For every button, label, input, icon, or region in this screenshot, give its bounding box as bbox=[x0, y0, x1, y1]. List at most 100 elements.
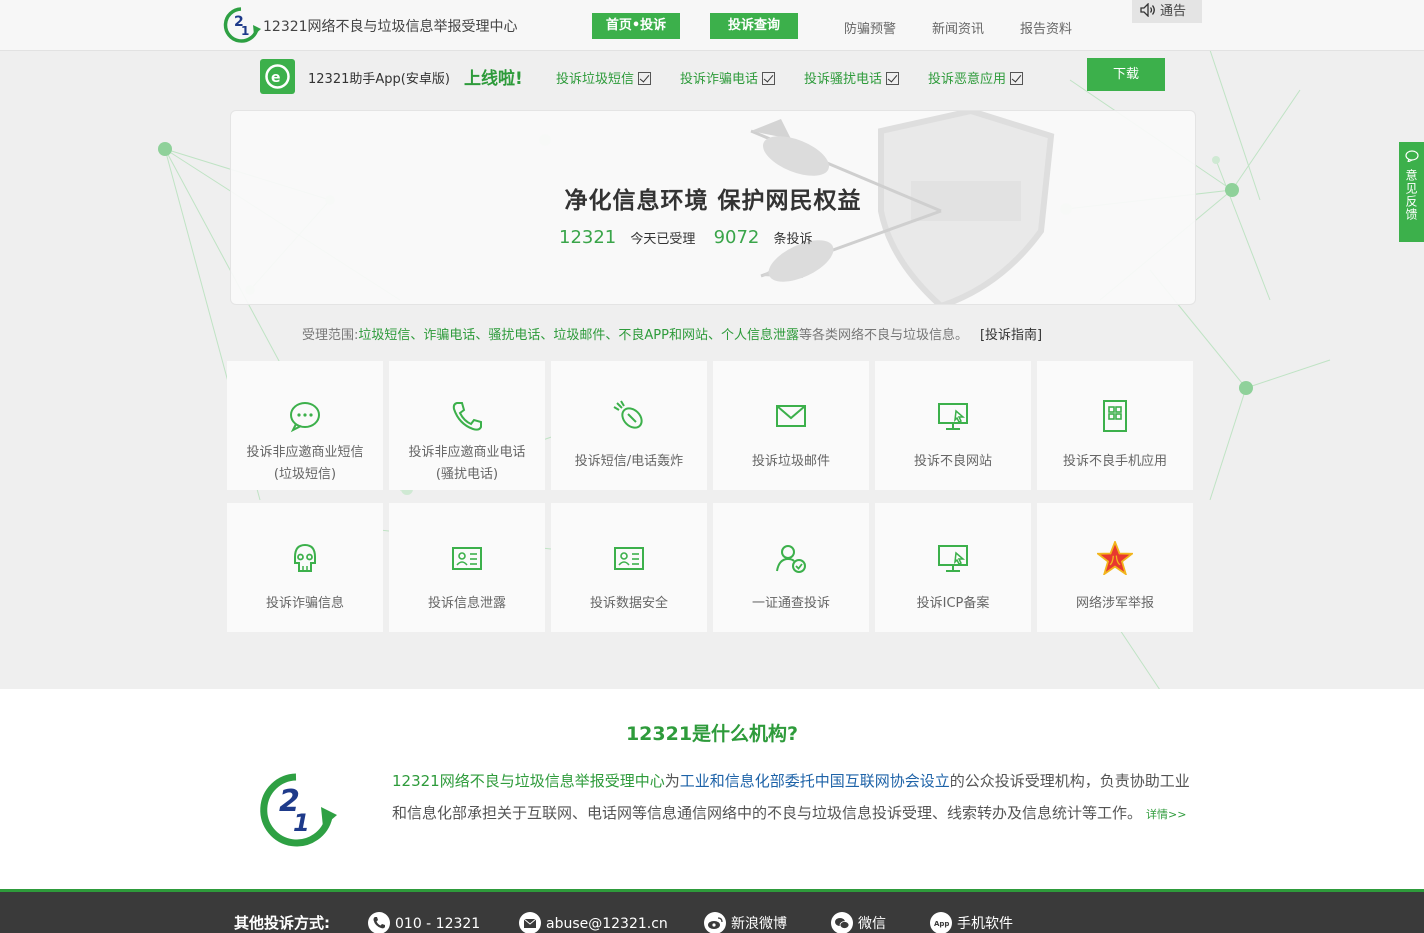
app-icon: App bbox=[930, 912, 952, 933]
phone-icon bbox=[452, 402, 482, 431]
id-card-icon bbox=[452, 547, 482, 570]
card-sms-bombing[interactable]: 投诉短信/电话轰炸 bbox=[551, 361, 707, 490]
speaker-icon bbox=[1140, 3, 1155, 17]
scope-line: 受理范围:垃圾短信、诈骗电话、骚扰电话、垃圾邮件、不良APP和网站、个人信息泄露… bbox=[302, 324, 1042, 343]
card-id-check[interactable]: 一证通查投诉 bbox=[713, 503, 869, 632]
card-label: 投诉不良手机应用 bbox=[1062, 454, 1167, 469]
card-icp-filing[interactable]: 投诉ICP备案 bbox=[875, 503, 1031, 632]
top-header: 2 1 12321网络不良与垃圾信息举报受理中心 首页•投诉 投诉查询 防骗预警… bbox=[0, 0, 1424, 51]
card-label: 投诉短信/电话轰炸 bbox=[574, 454, 684, 469]
wechat-icon bbox=[831, 912, 853, 933]
svg-text:App: App bbox=[934, 920, 949, 928]
svg-text:e: e bbox=[271, 70, 281, 86]
site-logo-icon[interactable]: 2 1 bbox=[221, 5, 261, 45]
card-bad-app[interactable]: 投诉不良手机应用 bbox=[1037, 361, 1193, 490]
feedback-icon bbox=[1404, 150, 1419, 164]
chat-icon bbox=[290, 402, 320, 433]
app-feature-harass-call[interactable]: 投诉骚扰电话 bbox=[804, 68, 900, 87]
hero-banner: 净化信息环境 保护网民权益 12321 今天已受理 9072 条投诉 bbox=[230, 110, 1196, 305]
nav-home-complaint[interactable]: 首页•投诉 bbox=[592, 13, 680, 39]
card-harass-call[interactable]: 投诉非应邀商业电话 (骚扰电话) bbox=[389, 361, 545, 490]
bomb-icon bbox=[613, 400, 643, 429]
logo-12321-icon: 2 1 bbox=[260, 773, 337, 847]
card-data-security[interactable]: 投诉数据安全 bbox=[551, 503, 707, 632]
app-logo-icon: e bbox=[260, 59, 295, 94]
hero-slogan: 净化信息环境 保护网民权益 bbox=[564, 188, 862, 214]
card-label: 网络涉军举报 bbox=[1075, 596, 1154, 611]
about-text-part: 为 bbox=[664, 772, 680, 790]
app-feature-fraud-call[interactable]: 投诉诈骗电话 bbox=[680, 68, 776, 87]
footer-mobile-app[interactable]: App 手机软件 bbox=[930, 912, 1013, 933]
footer-phone[interactable]: 010 - 12321 bbox=[368, 912, 480, 933]
card-label: 投诉诈骗信息 bbox=[265, 596, 344, 611]
footer-label: 其他投诉方式: bbox=[234, 914, 330, 932]
card-label: 投诉数据安全 bbox=[589, 596, 668, 611]
footer-contact-bar: 其他投诉方式: 010 - 12321 abuse@12321.cn 新浪微博 … bbox=[0, 889, 1424, 933]
app-promo-text: 12321助手App(安卓版) bbox=[308, 72, 450, 87]
card-spam-sms[interactable]: 投诉非应邀商业短信 (垃圾短信) bbox=[227, 361, 383, 490]
nav-reports[interactable]: 报告资料 bbox=[1020, 18, 1072, 37]
checkbox-icon bbox=[638, 72, 652, 85]
complaint-stats: 12321 今天已受理 9072 条投诉 bbox=[559, 227, 813, 248]
about-description: 12321网络不良与垃圾信息举报受理中心为工业和信息化部委托中国互联网协会设立的… bbox=[392, 765, 1196, 831]
card-info-leak[interactable]: 投诉信息泄露 bbox=[389, 503, 545, 632]
footer-email[interactable]: abuse@12321.cn bbox=[519, 912, 668, 933]
nav-news[interactable]: 新闻资讯 bbox=[932, 18, 984, 37]
hotline-number: 12321 bbox=[559, 227, 617, 248]
about-authority-link[interactable]: 工业和信息化部委托中国互联网协会设立 bbox=[680, 772, 950, 790]
notice-label: 通告 bbox=[1160, 4, 1187, 19]
site-title[interactable]: 12321网络不良与垃圾信息举报受理中心 bbox=[263, 16, 518, 36]
card-label: 一证通查投诉 bbox=[751, 596, 830, 611]
scope-prefix: 受理范围: bbox=[302, 328, 359, 343]
user-check-icon bbox=[776, 545, 806, 573]
nav-complaint-query[interactable]: 投诉查询 bbox=[710, 13, 798, 39]
mail-icon bbox=[519, 912, 541, 933]
download-button[interactable]: 下载 bbox=[1087, 58, 1165, 91]
stats-label-today: 今天已受理 bbox=[630, 232, 696, 247]
card-sublabel: (垃圾短信) bbox=[273, 467, 337, 482]
about-more-link[interactable]: 详情>> bbox=[1146, 808, 1186, 821]
app-icon bbox=[1103, 400, 1127, 432]
phone-icon bbox=[368, 912, 390, 933]
about-section: 12321是什么机构? 2 1 12321网络不良与垃圾信息举报受理中心为工业和… bbox=[0, 689, 1424, 889]
checkbox-icon bbox=[1010, 72, 1024, 85]
stats-label-complaints: 条投诉 bbox=[773, 232, 813, 247]
monitor-icon bbox=[938, 403, 968, 430]
svg-text:1: 1 bbox=[293, 809, 310, 837]
card-spam-mail[interactable]: 投诉垃圾邮件 bbox=[713, 361, 869, 490]
card-label: 投诉非应邀商业电话 bbox=[408, 445, 526, 460]
svg-text:1: 1 bbox=[241, 24, 249, 38]
scope-suffix: 等各类网络不良与垃圾信息。 bbox=[798, 328, 968, 343]
card-fraud-info[interactable]: 投诉诈骗信息 bbox=[227, 503, 383, 632]
army-star-icon: 八 bbox=[1097, 541, 1133, 575]
background-network bbox=[158, 49, 1331, 690]
skull-icon bbox=[294, 543, 316, 572]
card-label: 投诉信息泄露 bbox=[427, 596, 506, 611]
card-military-report[interactable]: 八 网络涉军举报 bbox=[1037, 503, 1193, 632]
app-feature-spam-sms[interactable]: 投诉垃圾短信 bbox=[556, 68, 652, 87]
app-promo-live: 上线啦! bbox=[464, 69, 523, 89]
about-org-name[interactable]: 12321网络不良与垃圾信息举报受理中心 bbox=[392, 772, 665, 790]
footer-weibo[interactable]: 新浪微博 bbox=[704, 912, 787, 933]
card-label: 投诉垃圾邮件 bbox=[751, 454, 830, 469]
checkbox-icon bbox=[886, 72, 900, 85]
monitor-icon bbox=[938, 545, 968, 572]
notice-button[interactable]: 通告 bbox=[1132, 0, 1202, 23]
app-promo-bar: e 12321助手App(安卓版) 上线啦! 投诉垃圾短信 投诉诈骗电话 投诉骚… bbox=[230, 52, 1194, 100]
weibo-icon bbox=[704, 912, 726, 933]
card-label: 投诉不良网站 bbox=[913, 454, 992, 469]
svg-text:八: 八 bbox=[1109, 554, 1122, 567]
card-bad-website[interactable]: 投诉不良网站 bbox=[875, 361, 1031, 490]
card-label: 投诉非应邀商业短信 bbox=[246, 445, 364, 460]
complaint-guide-link[interactable]: [投诉指南] bbox=[980, 328, 1042, 343]
feedback-label: 意见反馈 bbox=[1404, 169, 1418, 221]
card-label: 投诉ICP备案 bbox=[916, 596, 990, 611]
app-feature-malicious-app[interactable]: 投诉恶意应用 bbox=[928, 68, 1024, 87]
checkbox-icon bbox=[762, 72, 776, 85]
footer-wechat[interactable]: 微信 bbox=[831, 912, 886, 933]
mail-icon bbox=[776, 405, 806, 427]
stats-count: 9072 bbox=[713, 227, 760, 248]
nav-fraud-warning[interactable]: 防骗预警 bbox=[844, 18, 896, 37]
feedback-tab[interactable]: 意见反馈 bbox=[1399, 142, 1424, 242]
about-title: 12321是什么机构? bbox=[625, 723, 799, 745]
